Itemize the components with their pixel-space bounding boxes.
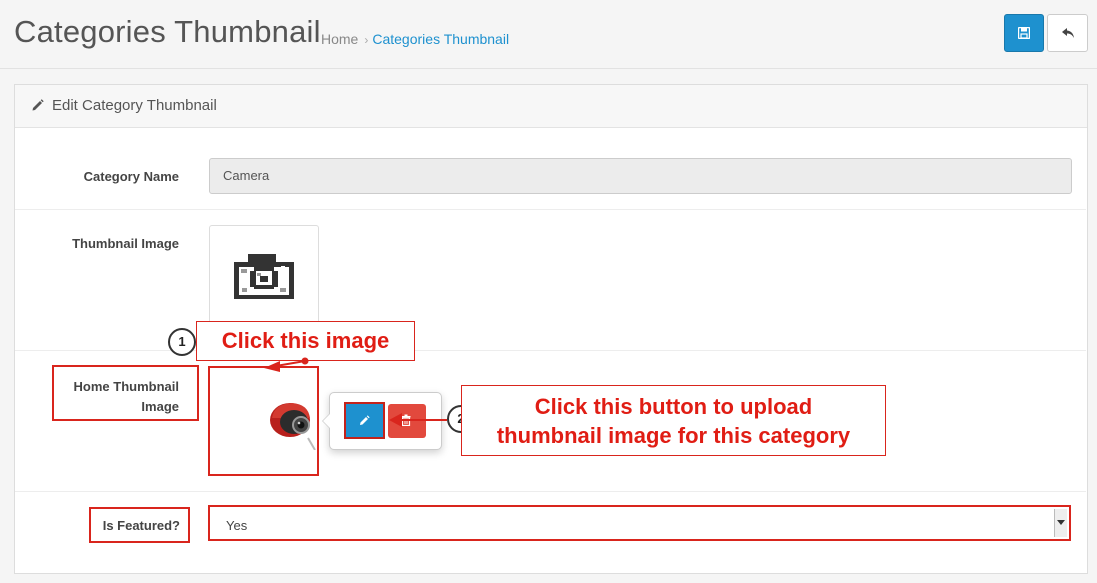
step-1-arrow bbox=[264, 357, 309, 372]
annotation-arrows bbox=[264, 357, 447, 427]
step-2-arrow bbox=[389, 413, 447, 427]
